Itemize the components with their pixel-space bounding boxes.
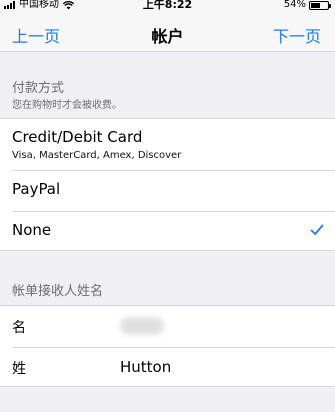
- last-name-field[interactable]: Hutton: [120, 358, 171, 376]
- payment-option-label: PayPal: [12, 180, 61, 198]
- status-bar: 中国移动 上午8:22 54%: [0, 0, 335, 14]
- payment-option-none[interactable]: None: [0, 211, 335, 250]
- last-name-label: 姓: [12, 361, 26, 377]
- checkmark-icon: [310, 224, 324, 235]
- billing-name-section-header: 帐单接收人姓名: [12, 284, 104, 299]
- next-page-button[interactable]: 下一页: [273, 23, 321, 47]
- battery-level: [311, 2, 320, 8]
- payment-section-header: 付款方式: [12, 81, 65, 96]
- billing-name-group: 名 姓 Hutton: [0, 305, 335, 387]
- status-right: 54%: [283, 0, 331, 10]
- last-name-row: 姓 Hutton: [0, 347, 335, 387]
- first-name-label: 名: [12, 320, 26, 336]
- payment-option-label: None: [12, 221, 52, 239]
- payment-option-paypal[interactable]: PayPal: [0, 170, 335, 211]
- battery-percent: 54%: [283, 0, 306, 10]
- payment-options-group: Credit/Debit Card Visa, MasterCard, Amex…: [0, 118, 335, 251]
- payment-option-sublabel: Visa, MasterCard, Amex, Discover: [12, 150, 182, 161]
- battery-icon: [309, 0, 331, 10]
- payment-section-subheader: 您在购物时才会被收费。: [12, 100, 122, 111]
- navigation-bar: 上一页 帐户 下一页: [0, 14, 335, 52]
- payment-option-label: Credit/Debit Card: [12, 128, 143, 146]
- redacted-first-name: [120, 317, 164, 335]
- payment-option-card[interactable]: Credit/Debit Card Visa, MasterCard, Amex…: [0, 119, 335, 170]
- first-name-row: 名: [0, 306, 335, 347]
